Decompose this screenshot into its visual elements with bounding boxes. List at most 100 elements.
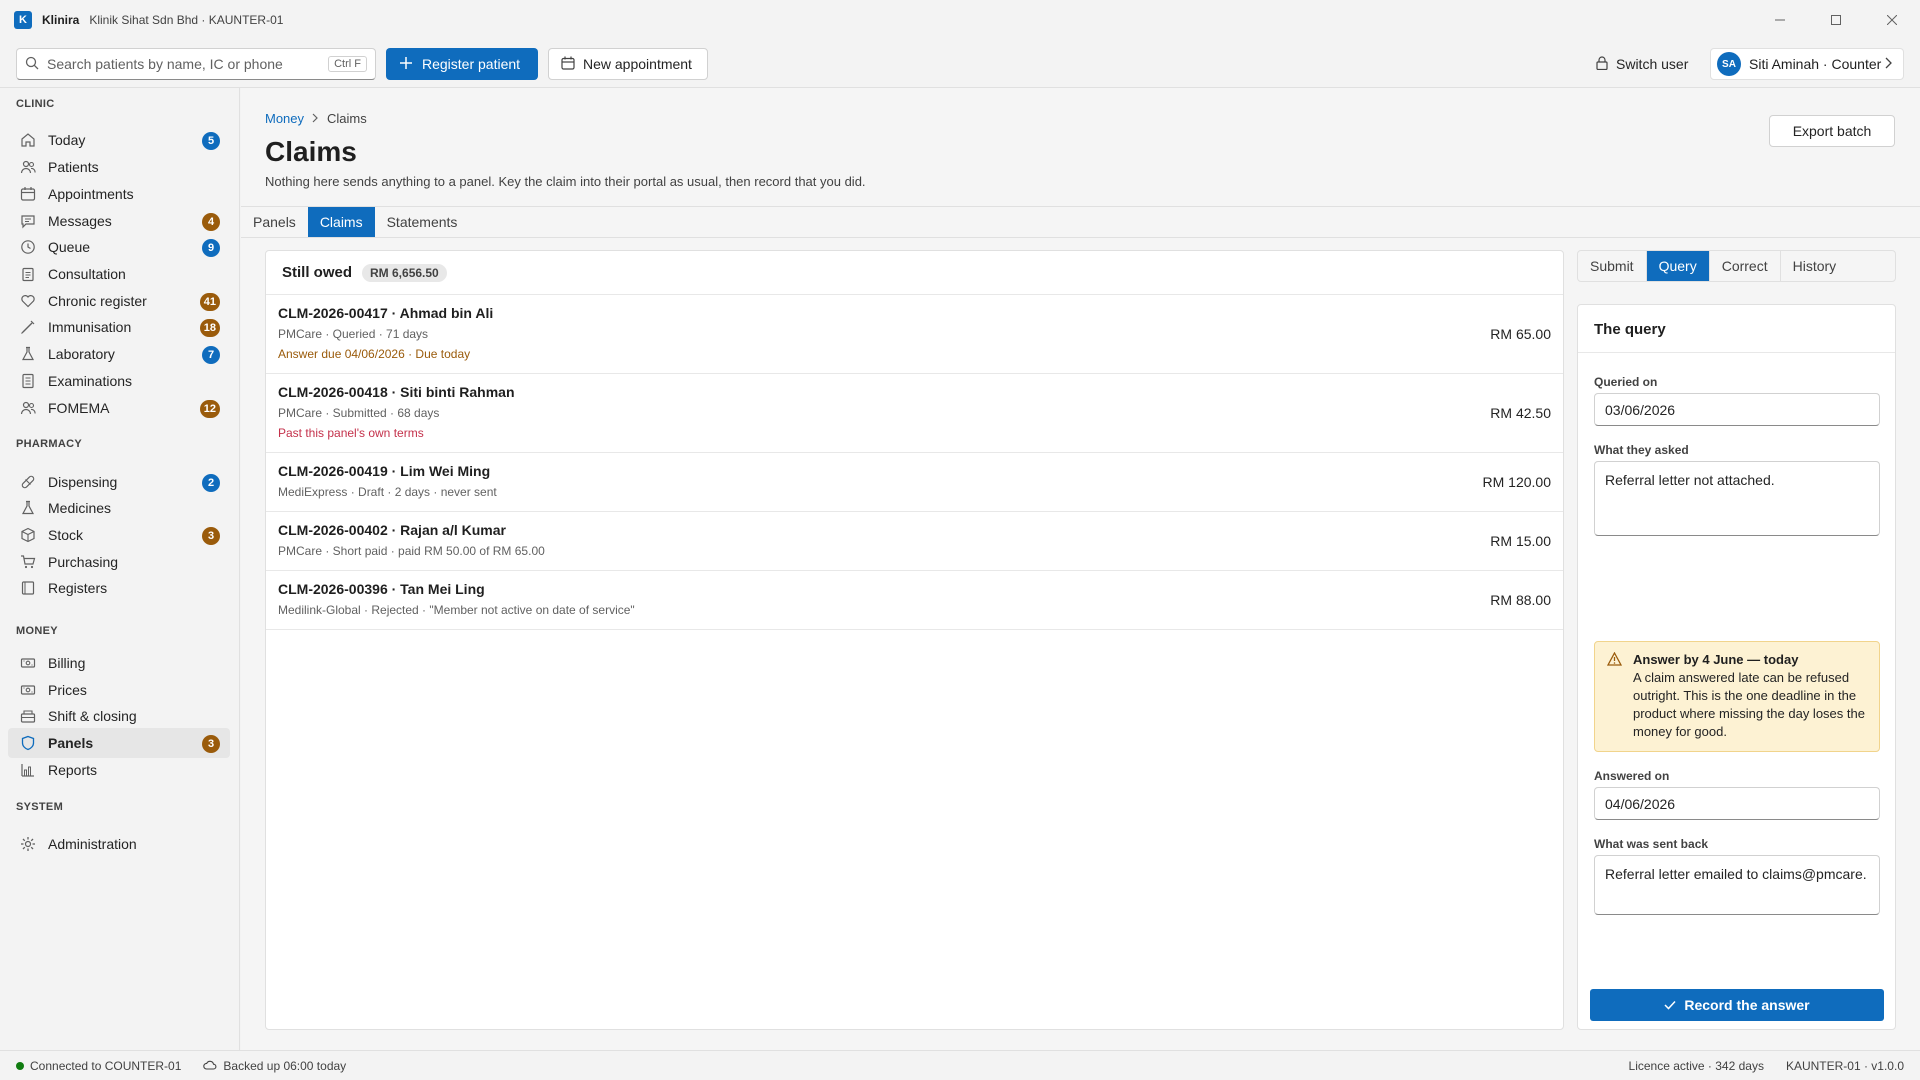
tab-submit[interactable]: Submit (1578, 251, 1647, 281)
new-appointment-button[interactable]: New appointment (548, 48, 708, 80)
count-badge: 9 (202, 239, 220, 257)
sidebar-item-billing[interactable]: Billing (8, 648, 230, 678)
what-they-asked-field[interactable]: Referral letter not attached. (1594, 461, 1880, 536)
sidebar-item-label: Immunisation (48, 319, 132, 335)
sent-back-label: What was sent back (1594, 837, 1709, 851)
sidebar-item-patients[interactable]: Patients (8, 152, 230, 182)
claim-title: CLM-2026-00419 · Lim Wei Ming (278, 463, 491, 479)
claim-row[interactable]: CLM-2026-00417 · Ahmad bin Ali PMCare · Q… (266, 295, 1563, 374)
sidebar: CLINIC Today 5 Patients Appointments Messages… (0, 88, 240, 1050)
switch-user-label: Switch user (1616, 56, 1689, 72)
claim-list: CLM-2026-00417 · Ahmad bin Ali PMCare · Q… (266, 295, 1563, 630)
queried-on-label: Queried on (1594, 375, 1658, 389)
claim-row[interactable]: CLM-2026-00418 · Siti binti Rahman PMCare… (266, 374, 1563, 453)
still-owed-header: Still owed RM 6,656.50 (266, 251, 1563, 295)
sidebar-item-label: Consultation (48, 266, 126, 282)
tab-claims[interactable]: Claims (307, 207, 375, 237)
sidebar-item-stock[interactable]: Stock 3 (8, 520, 230, 550)
app-logo: K (14, 11, 32, 29)
claim-row[interactable]: CLM-2026-00402 · Rajan a/l Kumar PMCare ·… (266, 512, 1563, 571)
document-icon (20, 373, 36, 389)
claim-amount: RM 65.00 (1490, 326, 1551, 342)
people-icon (20, 400, 36, 416)
sidebar-item-panels[interactable]: Panels 3 (8, 728, 230, 758)
claim-amount: RM 42.50 (1490, 405, 1551, 421)
tab-correct[interactable]: Correct (1710, 251, 1781, 281)
sidebar-item-label: Today (48, 132, 86, 148)
claim-row[interactable]: CLM-2026-00419 · Lim Wei Ming MediExpress… (266, 453, 1563, 512)
close-button[interactable] (1864, 0, 1920, 40)
sidebar-item-medicines[interactable]: Medicines (8, 493, 230, 523)
tab-query[interactable]: Query (1646, 251, 1710, 281)
register-patient-label: Register patient (422, 56, 521, 72)
sidebar-item-examinations[interactable]: Examinations (8, 366, 230, 396)
minimize-button[interactable] (1752, 0, 1808, 40)
connection-status: Connected to COUNTER-01 (30, 1058, 182, 1073)
warning-icon (1606, 651, 1623, 669)
nav-section-pharmacy: PHARMACY (16, 438, 82, 450)
title-bar: K Klinira Klinik Sihat Sdn Bhd · KAUNTER… (0, 0, 1920, 40)
claim-row[interactable]: CLM-2026-00396 · Tan Mei Ling Medilink-Gl… (266, 571, 1563, 630)
sent-back-field[interactable]: Referral letter emailed to claims@pmcare… (1594, 855, 1880, 915)
record-answer-label: Record the answer (1684, 997, 1810, 1013)
sidebar-item-label: FOMEMA (48, 400, 110, 416)
search-input[interactable] (47, 56, 329, 72)
box-icon (20, 527, 36, 543)
clock-icon (20, 239, 36, 255)
claim-meta: PMCare · Submitted · 68 days (278, 406, 440, 420)
checkmark-icon (1664, 997, 1676, 1013)
sidebar-item-consultation[interactable]: Consultation (8, 259, 230, 289)
sidebar-item-shift-and-closing[interactable]: Shift & closing (8, 701, 230, 731)
maximize-button[interactable] (1808, 0, 1864, 40)
nav-section-system: SYSTEM (16, 801, 64, 813)
sidebar-item-label: Chronic register (48, 293, 147, 309)
sidebar-item-registers[interactable]: Registers (8, 573, 230, 603)
claim-meta: Medilink-Global · Rejected · "Member not… (278, 603, 635, 617)
page-subtitle: Nothing here sends anything to a panel. … (265, 174, 866, 189)
tab-panels[interactable]: Panels (241, 207, 308, 237)
sidebar-item-label: Messages (48, 213, 112, 229)
answered-on-label: Answered on (1594, 769, 1670, 783)
search-icon (25, 56, 39, 73)
search-box[interactable]: Ctrl F (16, 48, 376, 80)
cart-icon (20, 554, 36, 570)
claims-list-panel: Still owed RM 6,656.50 CLM-2026-00417 · … (265, 250, 1564, 1030)
main-content: Money Claims Claims Nothing here sends a… (241, 88, 1920, 1050)
count-badge: 5 (202, 132, 220, 150)
claim-warning: Answer due 04/06/2026 · Due today (278, 347, 471, 361)
breadcrumb-money-link[interactable]: Money (265, 111, 304, 126)
register-patient-button[interactable]: Register patient (386, 48, 538, 80)
claim-meta: MediExpress · Draft · 2 days · never sen… (278, 485, 497, 499)
tab-statements[interactable]: Statements (375, 207, 470, 237)
sidebar-item-reports[interactable]: Reports (8, 755, 230, 785)
claim-amount: RM 120.00 (1482, 474, 1551, 490)
record-answer-button[interactable]: Record the answer (1590, 989, 1884, 1021)
what-they-asked-label: What they asked (1594, 443, 1689, 457)
user-menu[interactable]: SA Siti Aminah · Counter (1710, 48, 1904, 80)
heart-icon (20, 293, 36, 309)
sidebar-item-immunisation[interactable]: Immunisation 18 (8, 312, 230, 342)
nav-section-clinic: CLINIC (16, 98, 55, 110)
export-batch-button[interactable]: Export batch (1769, 115, 1895, 147)
sidebar-item-today[interactable]: Today 5 (8, 125, 230, 155)
sidebar-item-laboratory[interactable]: Laboratory 7 (8, 339, 230, 369)
answered-on-field[interactable] (1594, 787, 1880, 820)
sidebar-item-queue[interactable]: Queue 9 (8, 232, 230, 262)
still-owed-title: Still owed (282, 264, 353, 281)
chevron-right-icon (1885, 56, 1893, 72)
tab-history[interactable]: History (1781, 251, 1849, 281)
claim-meta: PMCare · Queried · 71 days (278, 327, 429, 341)
sidebar-item-label: Dispensing (48, 474, 118, 490)
page-title: Claims (265, 136, 357, 167)
count-badge: 2 (202, 474, 220, 492)
user-label: Siti Aminah · Counter (1749, 56, 1882, 72)
claim-amount: RM 88.00 (1490, 592, 1551, 608)
search-shortcut: Ctrl F (328, 56, 367, 72)
count-badge: 12 (199, 400, 220, 418)
sidebar-item-label: Medicines (48, 500, 112, 516)
sidebar-item-administration[interactable]: Administration (8, 829, 230, 859)
sidebar-item-appointments[interactable]: Appointments (8, 179, 230, 209)
sidebar-item-fomema[interactable]: FOMEMA 12 (8, 393, 230, 423)
queried-on-field[interactable] (1594, 393, 1880, 426)
switch-user-button[interactable]: Switch user (1596, 48, 1688, 80)
